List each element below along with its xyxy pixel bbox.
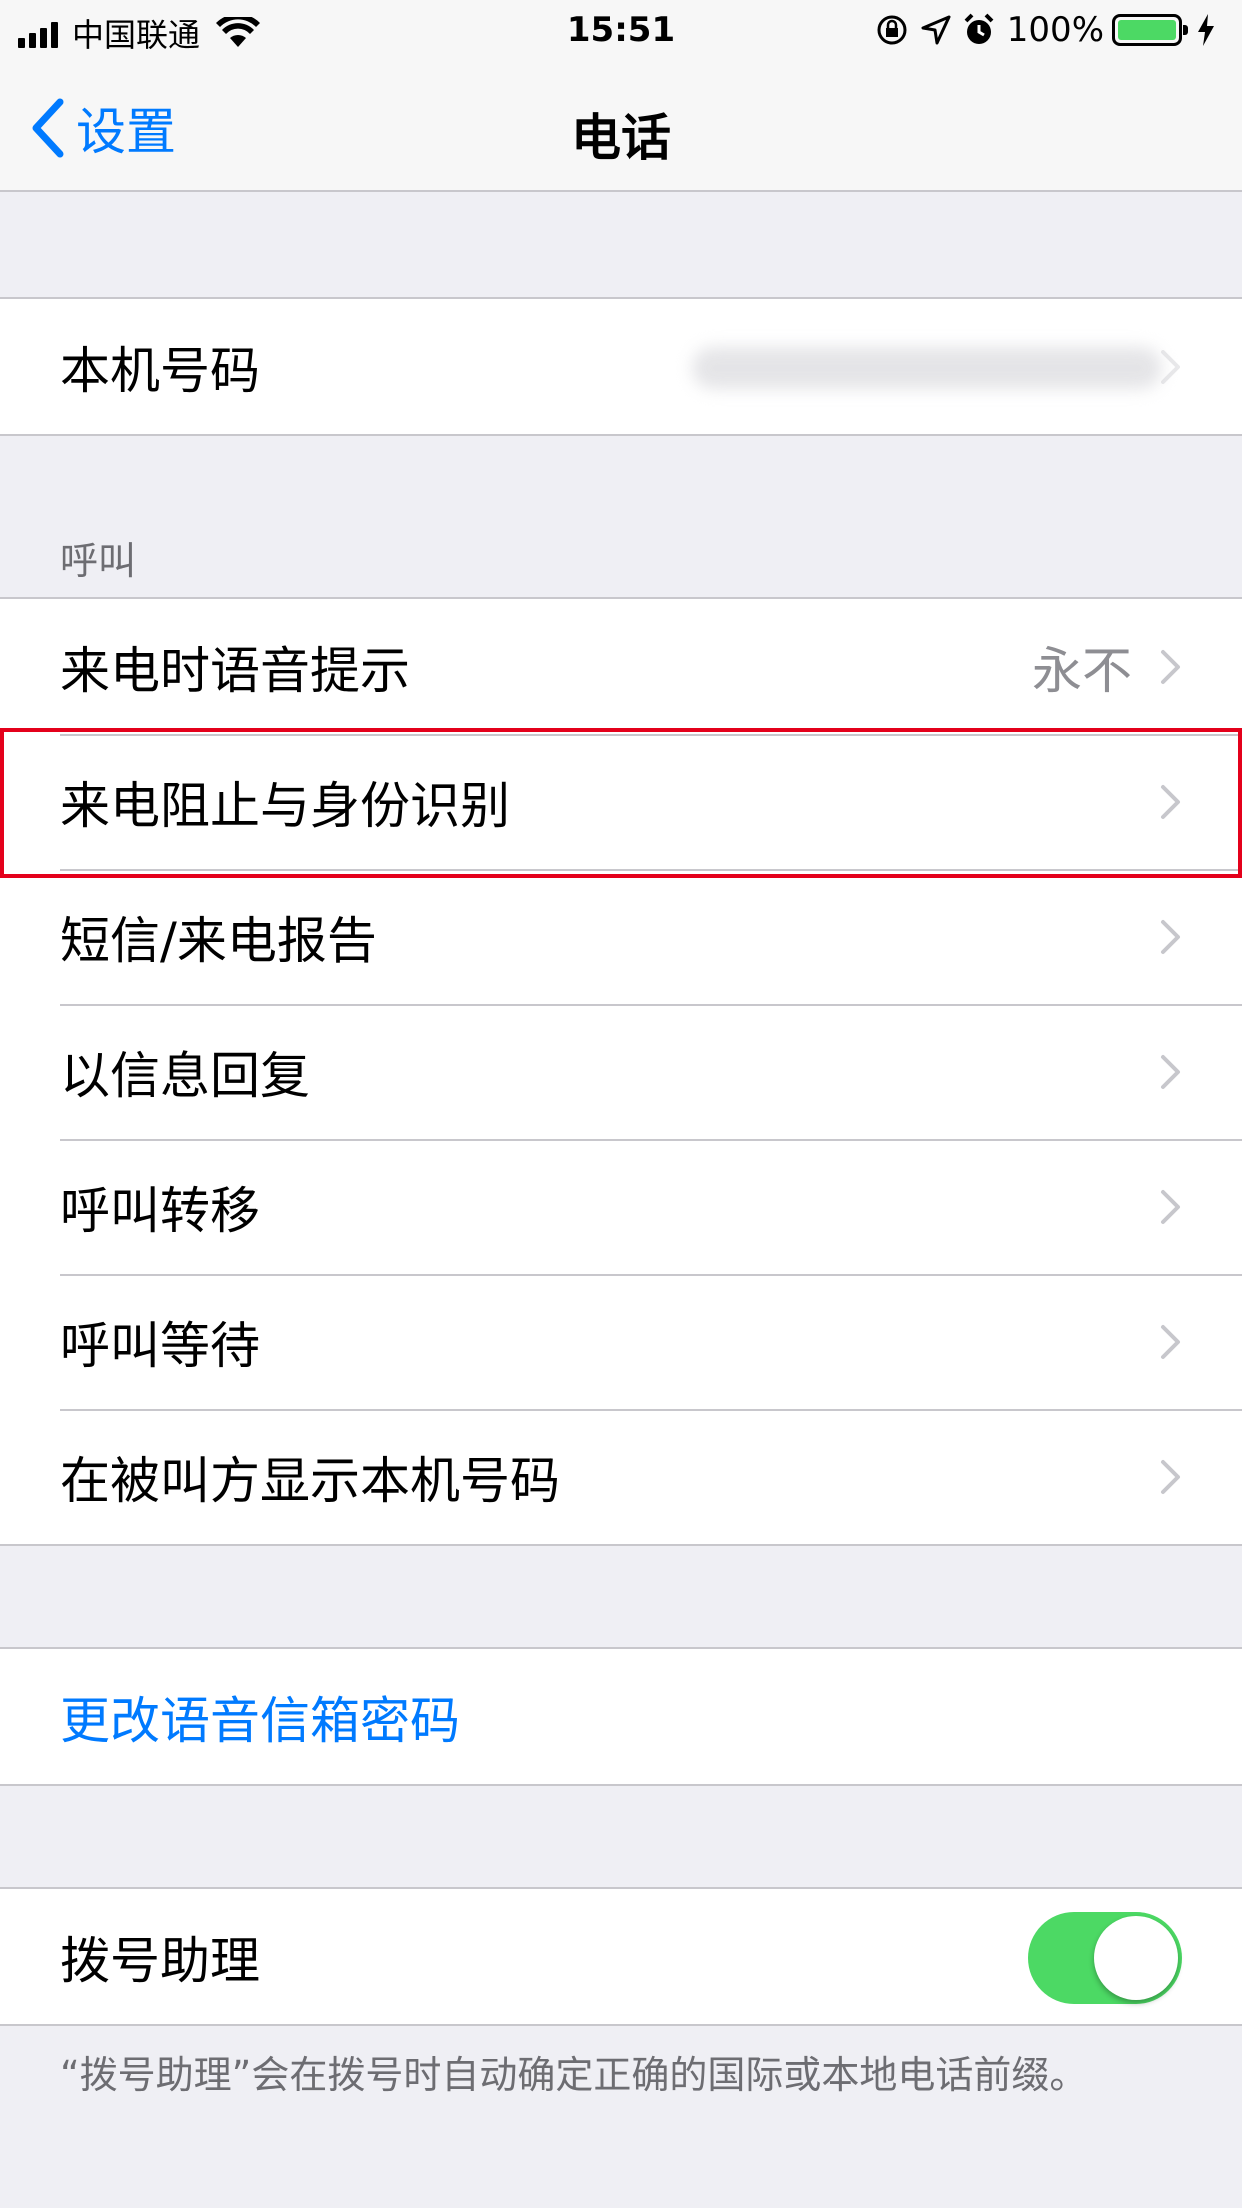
battery-percent: 100% [1006, 10, 1104, 50]
show-caller-id-row[interactable]: 在被叫方显示本机号码 [0, 1409, 1242, 1544]
page-title: 电话 [571, 109, 671, 167]
orientation-lock-icon [877, 15, 907, 45]
navigation-bar: 设置 电话 [0, 60, 1242, 192]
location-icon [921, 15, 951, 45]
battery-icon [1112, 14, 1188, 46]
charging-icon [1198, 14, 1214, 46]
change-voicemail-password-link[interactable]: 更改语音信箱密码 [0, 1649, 1242, 1784]
chevron-right-icon [1161, 1459, 1180, 1494]
my-number-label: 本机号码 [60, 341, 260, 400]
chevron-right-icon [1161, 1054, 1180, 1089]
call-forwarding-row[interactable]: 呼叫转移 [0, 1139, 1242, 1274]
calls-section-header: 呼叫 [60, 539, 137, 583]
row-label: 来电时语音提示 [60, 641, 410, 700]
alarm-icon [964, 13, 994, 44]
redacted-phone-number [692, 347, 1162, 389]
chevron-right-icon [1161, 1324, 1180, 1359]
chevron-right-icon [1161, 1189, 1180, 1224]
voicemail-group: 更改语音信箱密码 [0, 1647, 1242, 1786]
respond-with-text-row[interactable]: 以信息回复 [0, 1004, 1242, 1139]
row-label: 在被叫方显示本机号码 [60, 1451, 560, 1510]
status-bar: 中国联通 15:51 100% [0, 0, 1242, 60]
dial-assist-row: 拨号助理 [0, 1889, 1242, 2024]
chevron-right-icon [1161, 919, 1180, 954]
status-right: 100% [875, 10, 1228, 50]
chevron-right-icon [1161, 784, 1180, 819]
row-label: 更改语音信箱密码 [60, 1691, 460, 1750]
dial-assist-group: 拨号助理 [0, 1887, 1242, 2026]
call-waiting-row[interactable]: 呼叫等待 [0, 1274, 1242, 1409]
dial-assist-toggle[interactable] [1028, 1912, 1182, 2004]
my-number-group: 本机号码 [0, 297, 1242, 436]
row-label: 短信/来电报告 [60, 911, 377, 970]
sms-call-reporting-row[interactable]: 短信/来电报告 [0, 869, 1242, 1004]
my-number-row[interactable]: 本机号码 [0, 299, 1242, 434]
row-value: 永不 [1032, 641, 1132, 700]
row-label: 呼叫转移 [60, 1181, 260, 1240]
toggle-knob [1094, 1916, 1178, 2000]
chevron-right-icon [1161, 349, 1180, 384]
dial-assist-footer: “拨号助理”会在拨号时自动确定正确的国际或本地电话前缀。 [60, 2053, 1088, 2097]
row-label: 来电阻止与身份识别 [60, 776, 510, 835]
chevron-right-icon [1161, 649, 1180, 684]
row-label: 以信息回复 [60, 1046, 310, 1105]
call-blocking-row[interactable]: 来电阻止与身份识别 [0, 734, 1242, 869]
announce-calls-row[interactable]: 来电时语音提示 永不 [0, 599, 1242, 734]
calls-group: 来电时语音提示 永不 来电阻止与身份识别 短信/来电报告 以信息回复 呼叫转移 … [0, 597, 1242, 1546]
row-label: 拨号助理 [60, 1931, 260, 1990]
row-label: 呼叫等待 [60, 1316, 260, 1375]
